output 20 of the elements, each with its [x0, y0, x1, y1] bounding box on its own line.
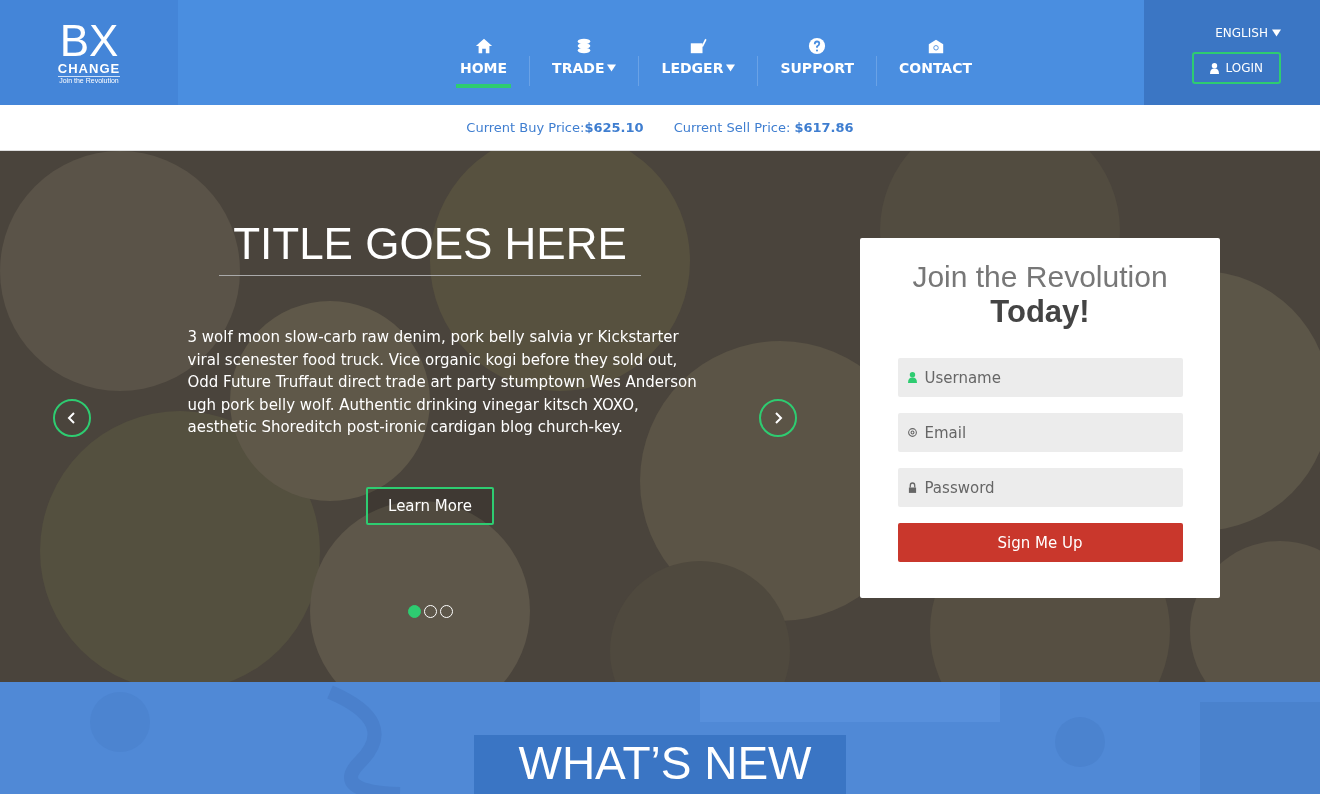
logo-word: CHANGE	[57, 61, 121, 77]
notepad-icon	[689, 37, 708, 55]
login-button[interactable]: LOGIN	[1192, 52, 1281, 84]
nav-item[interactable]: LEDGER	[657, 37, 740, 88]
nav-item[interactable]: HOME	[456, 37, 512, 88]
caret-icon	[607, 64, 617, 72]
price-text: Current Sell Price: $617.86	[673, 120, 854, 135]
user-icon	[1210, 62, 1220, 74]
language-selector[interactable]: ENGLISH	[1215, 26, 1281, 40]
caret-icon	[1272, 29, 1281, 37]
caret-icon	[726, 64, 736, 72]
section-heading: WHAT’S NEW	[518, 736, 812, 791]
help-icon	[808, 37, 827, 55]
logo-mark[interactable]: BX	[59, 21, 119, 61]
nav-item[interactable]: TRADE	[548, 37, 621, 88]
house-icon	[474, 37, 493, 55]
nav-item[interactable]: CONTACT	[895, 37, 976, 88]
envelope-icon	[926, 37, 945, 55]
nav-item[interactable]: SUPPORT	[776, 37, 858, 88]
price-text: Current Buy Price:$625.10	[466, 120, 644, 135]
